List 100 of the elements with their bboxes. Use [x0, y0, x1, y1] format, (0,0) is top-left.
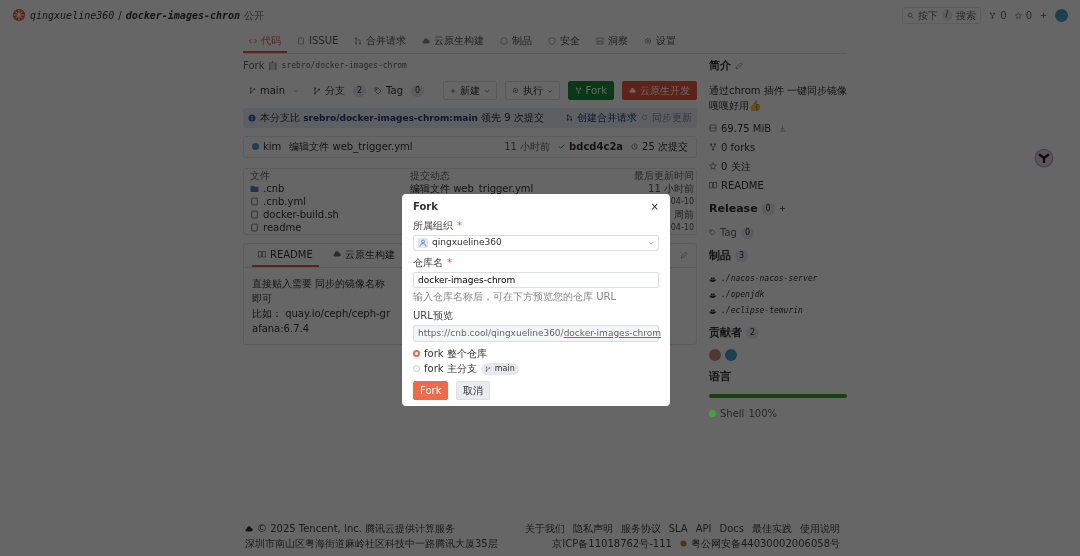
- history-icon: [631, 143, 639, 150]
- cancel-button[interactable]: 取消: [456, 381, 491, 400]
- tags-count: 0: [411, 84, 425, 97]
- radio-option[interactable]: fork 整个仓库: [413, 346, 659, 361]
- file-name[interactable]: readme: [250, 220, 410, 234]
- cloud-icon: [332, 250, 341, 258]
- create-merge-request-link[interactable]: 创建合并请求: [566, 110, 637, 126]
- commit-link[interactable]: 编辑文件 web_trigger.yml: [410, 181, 649, 195]
- footer-link[interactable]: 最佳实践: [752, 521, 792, 536]
- edit-icon[interactable]: [735, 62, 743, 71]
- readme-tab[interactable]: README: [252, 243, 319, 267]
- submit-button[interactable]: Fork: [413, 381, 449, 400]
- tag-link[interactable]: Tag: [709, 225, 737, 240]
- repo-tab[interactable]: ISSUE: [291, 30, 345, 53]
- branches-count: 2: [353, 84, 367, 97]
- package-icon: [500, 36, 509, 45]
- section-title: Release: [709, 200, 758, 217]
- footer-link[interactable]: Docs: [719, 521, 744, 536]
- footer-link[interactable]: API: [695, 521, 712, 536]
- storage-icon: [709, 124, 717, 132]
- field-label: URL预览: [413, 310, 453, 321]
- readme-text: 直接贴入需要 同步的镜像名称即可: [252, 276, 387, 306]
- merge-icon: [354, 36, 363, 45]
- owner-link[interactable]: qingxueline360: [30, 7, 115, 23]
- footer-link[interactable]: 关于我们: [524, 521, 565, 536]
- shortcut-key: /: [941, 9, 953, 21]
- footer-link[interactable]: 服务协议: [620, 521, 661, 536]
- book-icon: [258, 250, 266, 258]
- caret-icon: [293, 87, 299, 94]
- file-name[interactable]: docker-build.sh: [250, 207, 410, 221]
- run-button[interactable]: 执行: [504, 81, 560, 100]
- plus-icon[interactable]: [1040, 11, 1047, 19]
- gear-icon: [644, 36, 653, 45]
- footer-link[interactable]: 使用说明: [800, 521, 840, 536]
- group-icon: [419, 239, 427, 247]
- url-prefix: https://cnb.cool/qingxueline360/: [418, 326, 564, 340]
- commit-message[interactable]: 编辑文件 web_trigger.yml: [289, 139, 413, 154]
- notice-text: 本分支比 srebro/docker-images-chrom:main 领先 9 次提交: [260, 111, 544, 125]
- info-icon: [248, 113, 256, 122]
- contributor-avatar[interactable]: [725, 349, 737, 361]
- column-header: 文件: [250, 168, 271, 182]
- fork-icon: [989, 11, 997, 19]
- field-label: 所属组织: [413, 220, 453, 231]
- new-button[interactable]: 新建: [442, 81, 497, 100]
- branch-badge: main: [480, 362, 519, 375]
- artifact-link[interactable]: ./openjdk: [721, 288, 765, 301]
- file-name[interactable]: .cnb.yml: [250, 194, 410, 208]
- artifact-link[interactable]: ./eclipse-temurin: [721, 304, 803, 317]
- assistant-icon[interactable]: [1034, 148, 1054, 168]
- footer-link[interactable]: SLA: [668, 521, 688, 536]
- stars-counter[interactable]: 0: [1014, 7, 1032, 23]
- organization-select[interactable]: qingxueline360: [413, 235, 659, 251]
- repo-name-input[interactable]: docker-images-chrom: [413, 272, 659, 288]
- footer-link[interactable]: 隐私声明: [572, 521, 613, 536]
- section-title: 制品: [709, 248, 731, 264]
- repo-stat[interactable]: 0 forks: [709, 139, 756, 155]
- help-text: 输入仓库名称后，可在下方预览您的仓库 URL: [413, 290, 618, 304]
- fork-button[interactable]: Fork: [567, 81, 614, 100]
- caret-icon: [648, 240, 654, 246]
- tags-link[interactable]: Tag: [374, 83, 404, 98]
- repo-tab[interactable]: 合并请求: [348, 30, 413, 53]
- separator: /: [118, 8, 122, 23]
- repo-tab[interactable]: 洞察: [590, 30, 635, 53]
- close-button[interactable]: ×: [650, 199, 659, 214]
- star-icon: [709, 162, 717, 170]
- download-icon[interactable]: [779, 124, 787, 132]
- repo-stat[interactable]: 69.75 MiB: [709, 120, 772, 136]
- dialog-title: Fork: [413, 200, 438, 214]
- radio-option[interactable]: fork 主分支 main: [413, 361, 659, 376]
- section-title: 简介: [709, 58, 731, 74]
- author-avatar: [252, 143, 259, 150]
- file-name[interactable]: .cnb: [250, 181, 410, 195]
- contributors-count: 2: [746, 326, 760, 339]
- commit-author[interactable]: kim: [252, 139, 282, 154]
- repo-stat[interactable]: README: [709, 177, 764, 193]
- updated-time: 04-10: [670, 195, 694, 208]
- check-icon: [558, 143, 566, 150]
- radio-button[interactable]: [413, 350, 420, 357]
- language-name: Shell: [720, 406, 745, 421]
- plus-icon[interactable]: [778, 205, 786, 213]
- language-percent: 100%: [748, 406, 777, 421]
- user-avatar[interactable]: [1055, 8, 1068, 22]
- repo-name[interactable]: docker-images-chron: [125, 7, 241, 23]
- readme-tab[interactable]: 云原生构建: [326, 243, 401, 267]
- contributor-avatar[interactable]: [709, 349, 721, 361]
- edit-icon[interactable]: [680, 251, 688, 259]
- police-record-link[interactable]: 粤公网安备44030002006058号: [679, 536, 840, 551]
- shield-icon: [548, 36, 557, 45]
- artifact-link[interactable]: ./nacos-nacos-server: [721, 272, 818, 285]
- section-title: 语言: [709, 369, 731, 385]
- field-label: 仓库名: [413, 257, 443, 268]
- commit-count-link[interactable]: 25 次提交: [631, 139, 688, 154]
- branches-link[interactable]: 分支: [313, 83, 345, 98]
- repo-stat[interactable]: 0 关注: [709, 158, 751, 174]
- forks-counter[interactable]: 0: [989, 7, 1007, 23]
- icp-link[interactable]: 京ICP备11018762号-111: [552, 536, 672, 551]
- commit-hash[interactable]: bdcd4c2a: [558, 139, 624, 154]
- repo-tab[interactable]: 安全: [542, 30, 587, 53]
- cloud-dev-button[interactable]: 云原生开发: [622, 81, 697, 100]
- repo-tab[interactable]: 代码: [243, 30, 287, 53]
